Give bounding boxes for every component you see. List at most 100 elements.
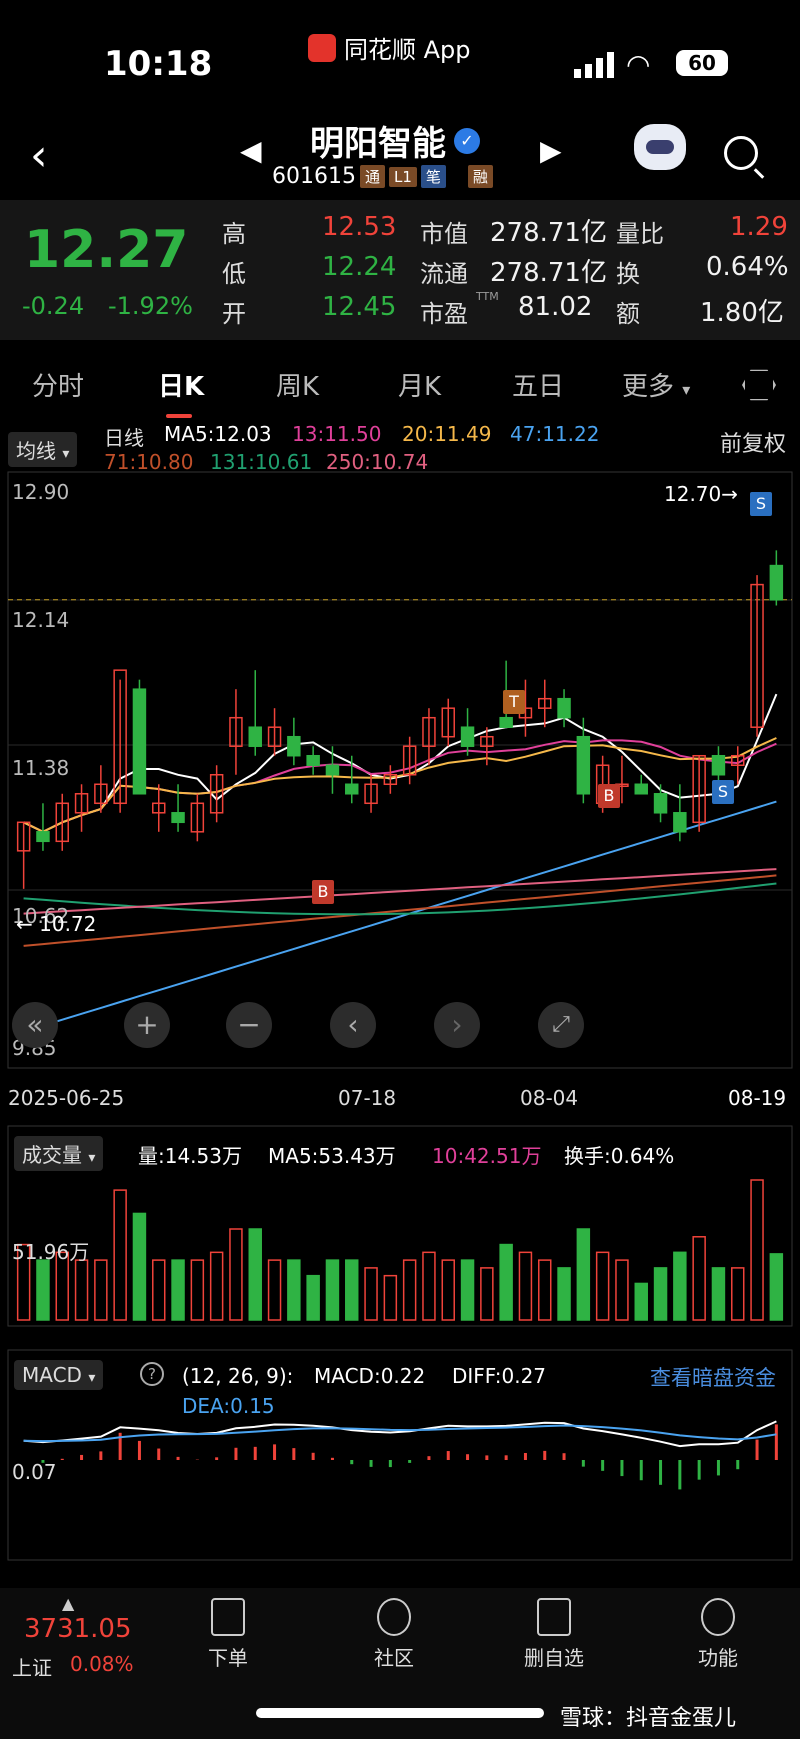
robot-assistant-icon[interactable] [634,124,686,170]
functions-label: 功能 [698,1646,738,1670]
tag-bi[interactable]: 笔 [420,165,446,188]
volume-selector[interactable]: 成交量 ▾ [14,1136,104,1171]
wifi-icon: ◠ [626,48,651,81]
tab-daily-k[interactable]: 日K [158,366,204,403]
index-up-icon: ▲ [62,1594,75,1613]
volume-bar [595,1251,610,1321]
index-pct: 0.08% [70,1652,134,1676]
low-marker: ← 10.72 [16,912,97,936]
volume-bar [480,1267,494,1321]
help-icon[interactable]: ? [140,1362,164,1386]
quote-panel: 12.27 -0.24 -1.92% 高 12.53 低 12.24 开 12.… [0,200,800,340]
functions-button[interactable]: 功能 [668,1598,768,1671]
sell-marker[interactable]: S [750,492,772,516]
candle-body [499,716,513,728]
volume-bar [557,1267,571,1321]
candle-body [132,688,147,795]
macd-params: (12, 26, 9): [182,1364,294,1388]
y-label-2: 12.14 [12,608,70,632]
chevron-down-icon: ▾ [682,380,691,399]
kline-chart[interactable] [0,420,800,1580]
volume-bar [36,1259,50,1321]
stock-name: 明阳智能 [310,124,446,164]
candle-body [769,564,784,601]
candle-body [576,735,591,795]
sell-marker-2[interactable]: S [712,780,734,804]
high-marker: 12.70→ [664,482,739,506]
price-change-pct: -1.92% [108,292,193,320]
y-label-3: 11.38 [12,756,70,780]
tab-five-day[interactable]: 五日 [512,366,564,403]
tab-monthly-k[interactable]: 月K [398,366,441,403]
back-icon[interactable]: ‹ [30,130,48,181]
candle-body [171,812,185,824]
zoom-out-icon[interactable]: − [226,1002,272,1048]
tab-weekly-k[interactable]: 周K [276,366,319,403]
macd-ref-label: 0.07 [12,1460,57,1484]
candle-body [306,754,320,766]
macd-selector[interactable]: MACD ▾ [14,1360,104,1390]
volume-bar [94,1259,108,1321]
volume-bar [345,1259,359,1321]
tab-intraday[interactable]: 分时 [32,366,84,403]
chart-tabs: 分时 日K 周K 月K 五日 更多 ▾ [0,356,800,418]
fast-back-icon[interactable]: « [12,1002,58,1048]
order-button[interactable]: 下单 [178,1598,278,1671]
app-chip[interactable]: 同花顺 App [308,30,471,65]
date-label-start: 2025-06-25 [8,1086,125,1110]
buy-marker-2[interactable]: B [598,784,620,808]
volume-bar [209,1251,224,1321]
t-marker[interactable]: T [503,690,525,714]
index-name: 上证 [12,1656,52,1680]
vr-label: 量比 [616,220,664,248]
index-value[interactable]: 3731.05 [24,1614,132,1644]
candle-body [248,726,262,747]
volume-selector-label: 成交量 [22,1143,82,1167]
next-stock-icon[interactable]: ▶ [540,134,562,167]
volume-bar [132,1212,147,1321]
ma71-line [23,874,777,947]
functions-icon [701,1598,735,1636]
tag-l1[interactable]: L1 [389,166,417,187]
fullscreen-icon[interactable]: ⤢ [538,1002,584,1048]
scroll-left-icon[interactable]: ‹ [330,1002,376,1048]
volume-bar [171,1259,185,1321]
volume-bar [653,1267,668,1321]
volume-ref-label: 51.96万 [12,1240,90,1264]
vr-value: 1.29 [730,212,788,242]
scroll-right-icon[interactable]: › [434,1002,480,1048]
volume-bar [402,1259,417,1321]
dark-pool-link[interactable]: 查看暗盘资金 [650,1362,776,1392]
tab-more[interactable]: 更多 ▾ [622,366,690,403]
high-value: 12.53 [322,212,397,242]
tag-rong[interactable]: 融 [467,165,493,188]
battery-icon: 60 [676,50,728,76]
home-indicator[interactable] [256,1708,544,1718]
settings-icon[interactable] [742,369,776,401]
mcap-value: 278.71亿 [490,218,607,248]
tag-tong[interactable]: 通 [359,165,385,188]
volume-bar [499,1243,513,1321]
community-icon [377,1598,411,1636]
high-label: 高 [222,220,246,248]
low-marker-value: 10.72 [39,912,97,936]
macd-value: MACD:0.22 [314,1364,426,1388]
turnover-value: 0.64% [706,252,789,282]
volume-bar [306,1274,320,1321]
volume-bar [673,1251,687,1321]
stock-code: 601615 [272,164,356,189]
macd-lines [23,1420,777,1448]
zoom-in-icon[interactable]: + [124,1002,170,1048]
app-logo-icon [308,33,336,62]
buy-marker[interactable]: B [312,880,334,904]
signal-icon [574,52,614,78]
remove-watchlist-button[interactable]: 删自选 [504,1598,604,1671]
candle-body [36,831,50,843]
candles [16,550,784,889]
dea-value: DEA:0.15 [182,1394,275,1418]
turnover-label: 换 [616,260,640,288]
community-button[interactable]: 社区 [344,1598,444,1671]
search-icon[interactable] [724,136,758,170]
prev-stock-icon[interactable]: ◀ [240,134,262,167]
volume-turnover: 换手:0.64% [564,1144,675,1168]
